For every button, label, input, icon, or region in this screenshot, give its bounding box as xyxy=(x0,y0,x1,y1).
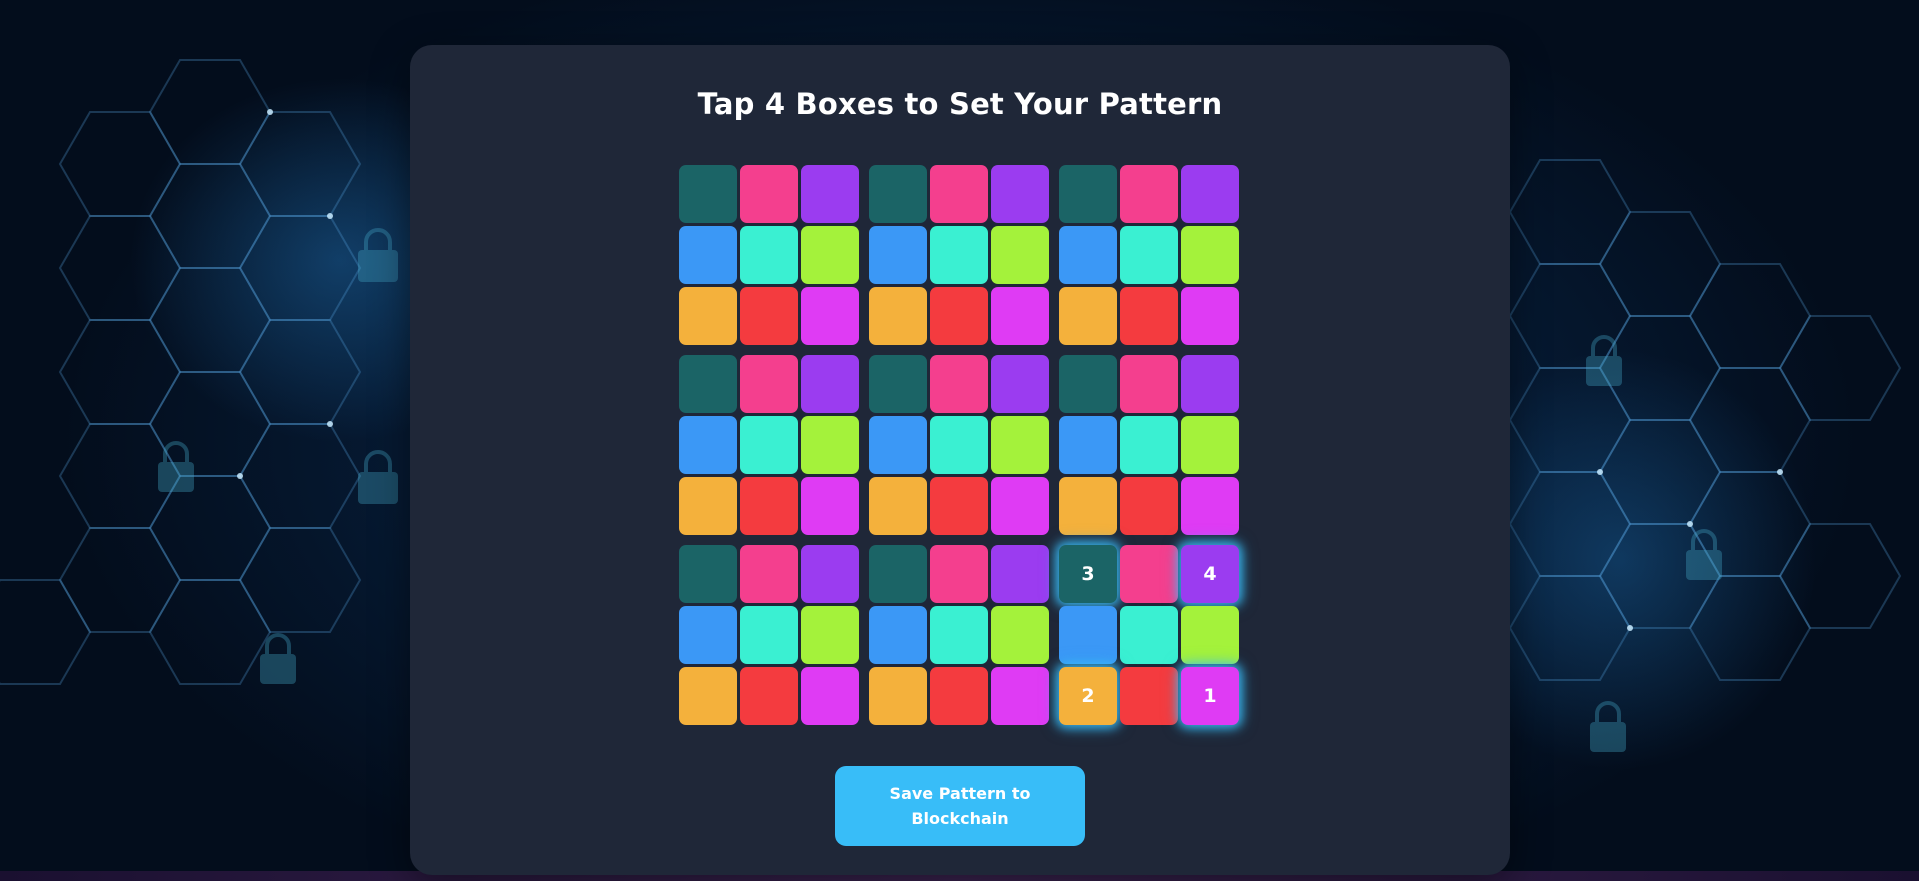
pattern-box[interactable] xyxy=(1059,355,1117,413)
pattern-box[interactable] xyxy=(1059,287,1117,345)
pattern-box[interactable] xyxy=(1181,226,1239,284)
pattern-box[interactable] xyxy=(1059,416,1117,474)
pattern-box[interactable] xyxy=(869,477,927,535)
pattern-grid: 3 4 2 1 xyxy=(679,165,1241,729)
pattern-box[interactable] xyxy=(1059,165,1117,223)
pattern-box[interactable] xyxy=(1181,355,1239,413)
pattern-box[interactable] xyxy=(740,416,798,474)
pattern-box[interactable] xyxy=(1181,477,1239,535)
pattern-box[interactable] xyxy=(930,477,988,535)
pattern-box[interactable] xyxy=(801,355,859,413)
pattern-box[interactable] xyxy=(930,226,988,284)
pattern-box[interactable] xyxy=(991,226,1049,284)
pattern-box[interactable] xyxy=(1059,606,1117,664)
pattern-box[interactable] xyxy=(801,545,859,603)
pattern-box[interactable] xyxy=(1120,545,1178,603)
pattern-block-1-1 xyxy=(869,355,1051,537)
pattern-block-0-1 xyxy=(869,165,1051,347)
pattern-box[interactable] xyxy=(801,667,859,725)
pattern-box[interactable] xyxy=(991,287,1049,345)
pattern-block-2-0 xyxy=(679,545,861,727)
pattern-box[interactable] xyxy=(740,165,798,223)
pattern-box[interactable] xyxy=(801,226,859,284)
pattern-box[interactable] xyxy=(1120,416,1178,474)
pattern-box[interactable] xyxy=(801,606,859,664)
pattern-block-1-0 xyxy=(679,355,861,537)
pattern-box[interactable] xyxy=(1120,226,1178,284)
pattern-box[interactable] xyxy=(1059,477,1117,535)
pattern-box[interactable] xyxy=(930,165,988,223)
pattern-box[interactable] xyxy=(1181,606,1239,664)
pattern-box-selected[interactable]: 3 xyxy=(1059,545,1117,603)
pattern-box[interactable] xyxy=(740,287,798,345)
pattern-box[interactable] xyxy=(930,416,988,474)
pattern-box[interactable] xyxy=(679,226,737,284)
pattern-box[interactable] xyxy=(1120,667,1178,725)
pattern-box[interactable] xyxy=(1120,165,1178,223)
pattern-box[interactable] xyxy=(1181,165,1239,223)
pattern-box[interactable] xyxy=(740,226,798,284)
pattern-block-2-2: 3 4 2 1 xyxy=(1059,545,1241,727)
pattern-box[interactable] xyxy=(930,667,988,725)
pattern-box-selected[interactable]: 2 xyxy=(1059,667,1117,725)
pattern-box[interactable] xyxy=(869,355,927,413)
pattern-box[interactable] xyxy=(869,667,927,725)
pattern-box[interactable] xyxy=(991,477,1049,535)
pattern-box[interactable] xyxy=(801,477,859,535)
pattern-box[interactable] xyxy=(679,606,737,664)
pattern-box[interactable] xyxy=(679,545,737,603)
pattern-box[interactable] xyxy=(740,355,798,413)
pattern-box[interactable] xyxy=(801,287,859,345)
pattern-box[interactable] xyxy=(1120,477,1178,535)
pattern-box[interactable] xyxy=(869,606,927,664)
pattern-box[interactable] xyxy=(679,355,737,413)
pattern-box[interactable] xyxy=(679,477,737,535)
pattern-box[interactable] xyxy=(801,165,859,223)
pattern-box-selected[interactable]: 1 xyxy=(1181,667,1239,725)
pattern-box[interactable] xyxy=(801,416,859,474)
pattern-box[interactable] xyxy=(1059,226,1117,284)
pattern-block-0-2 xyxy=(1059,165,1241,347)
pattern-box[interactable] xyxy=(930,545,988,603)
pattern-box[interactable] xyxy=(740,545,798,603)
pattern-block-1-2 xyxy=(1059,355,1241,537)
pattern-box[interactable] xyxy=(991,355,1049,413)
pattern-box[interactable] xyxy=(869,165,927,223)
pattern-box[interactable] xyxy=(869,226,927,284)
pattern-box[interactable] xyxy=(679,416,737,474)
pattern-box[interactable] xyxy=(991,165,1049,223)
pattern-box[interactable] xyxy=(930,355,988,413)
pattern-block-2-1 xyxy=(869,545,1051,727)
pattern-box[interactable] xyxy=(869,545,927,603)
pattern-box[interactable] xyxy=(740,606,798,664)
pattern-box[interactable] xyxy=(1120,287,1178,345)
pattern-box[interactable] xyxy=(869,416,927,474)
pattern-box[interactable] xyxy=(869,287,927,345)
pattern-setup-card: Tap 4 Boxes to Set Your Pattern 3 4 2 1 Sav… xyxy=(410,45,1510,875)
pattern-box[interactable] xyxy=(1120,355,1178,413)
pattern-block-0-0 xyxy=(679,165,861,347)
save-pattern-button[interactable]: Save Pattern to Blockchain xyxy=(835,766,1085,846)
page-title: Tap 4 Boxes to Set Your Pattern xyxy=(697,87,1223,121)
pattern-box[interactable] xyxy=(991,545,1049,603)
pattern-box[interactable] xyxy=(1181,287,1239,345)
pattern-box[interactable] xyxy=(1181,416,1239,474)
pattern-box[interactable] xyxy=(991,606,1049,664)
pattern-box[interactable] xyxy=(930,606,988,664)
pattern-box[interactable] xyxy=(991,416,1049,474)
pattern-box[interactable] xyxy=(740,667,798,725)
pattern-box[interactable] xyxy=(679,165,737,223)
pattern-box[interactable] xyxy=(740,477,798,535)
pattern-box[interactable] xyxy=(679,667,737,725)
pattern-box[interactable] xyxy=(679,287,737,345)
pattern-box[interactable] xyxy=(991,667,1049,725)
pattern-box[interactable] xyxy=(1120,606,1178,664)
pattern-box-selected[interactable]: 4 xyxy=(1181,545,1239,603)
pattern-box[interactable] xyxy=(930,287,988,345)
